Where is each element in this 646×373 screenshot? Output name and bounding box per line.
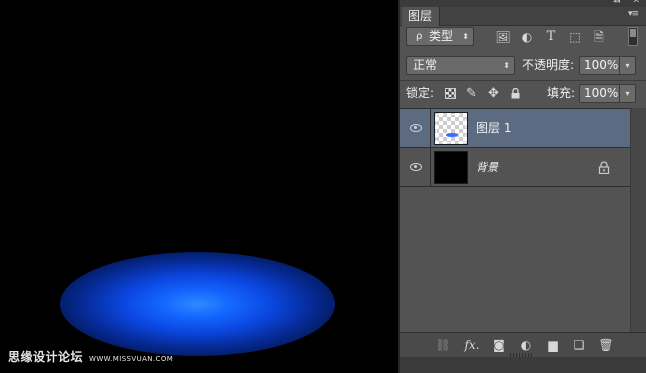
layer-name[interactable]: 图层 1 — [476, 109, 511, 148]
layer-row-layer-1[interactable]: 图层 1 — [400, 109, 630, 148]
opacity-label: 不透明度: — [522, 58, 575, 72]
shape-filter-icon[interactable]: ⬚ — [567, 29, 583, 45]
layer-filter-kind-select[interactable]: ρ 类型 ⬍ — [406, 27, 474, 46]
opacity-value[interactable]: 100% — [584, 57, 618, 74]
add-mask-icon[interactable]: ◙ — [490, 337, 508, 353]
lock-image-pixels-icon[interactable]: ✎ — [464, 86, 479, 101]
fill-value[interactable]: 100% — [584, 85, 618, 102]
lock-all-icon[interactable] — [508, 86, 523, 101]
layer-name[interactable]: 背景 — [476, 148, 498, 187]
layer-thumbnail[interactable] — [434, 151, 468, 184]
watermark-chinese-text: 思缘设计论坛 — [8, 350, 84, 364]
panel-menu-icon[interactable]: ▾≡ — [628, 9, 639, 19]
blue-glow-ellipse — [60, 252, 335, 356]
filter-toggle-switch[interactable] — [628, 27, 638, 46]
lock-position-icon[interactable]: ✥ — [486, 86, 501, 101]
layers-panel: ◂◂ ✕ 图层 ▾≡ ρ 类型 ⬍ 🖼 ◐ T ⬚ 🗎 正常 ⬍ 不透明度: 1… — [398, 0, 646, 373]
collapse-panel-icon[interactable]: ◂◂ — [613, 0, 620, 5]
watermark: 思缘设计论坛 WWW.MISSVUAN.COM — [8, 348, 173, 366]
link-layers-icon[interactable]: ⛓ — [434, 337, 452, 353]
divider — [400, 80, 646, 81]
chevron-updown-icon: ⬍ — [503, 61, 510, 70]
document-canvas[interactable]: 思缘设计论坛 WWW.MISSVUAN.COM — [0, 0, 398, 373]
blend-mode-value: 正常 — [413, 58, 438, 72]
eye-icon — [410, 163, 422, 171]
tab-layers[interactable]: 图层 — [402, 7, 440, 26]
watermark-url-text: WWW.MISSVUAN.COM — [89, 355, 174, 363]
lock-icon — [598, 161, 610, 174]
trash-icon[interactable]: 🗑 — [597, 337, 615, 353]
fx-icon[interactable]: fx. — [463, 337, 481, 353]
image-filter-icon[interactable]: 🖼 — [495, 29, 511, 45]
opacity-dropdown-icon[interactable]: ▾ — [619, 57, 635, 74]
fill-input[interactable]: 100% ▾ — [579, 84, 636, 103]
lock-transparent-pixels-icon[interactable] — [443, 86, 458, 101]
smart-object-filter-icon[interactable]: 🗎 — [591, 29, 607, 45]
filter-toggle-knob — [630, 29, 636, 37]
layer-row-background[interactable]: 背景 — [400, 148, 630, 187]
type-filter-icon[interactable]: T — [543, 29, 559, 45]
close-panel-icon[interactable]: ✕ — [632, 0, 640, 6]
thumbnail-content — [446, 133, 458, 137]
panel-title-bar: ◂◂ ✕ — [400, 0, 646, 7]
panel-footer — [400, 357, 646, 373]
fill-label: 填充: — [547, 86, 576, 100]
adjustment-filter-icon[interactable]: ◐ — [519, 29, 535, 45]
layer-thumbnail[interactable] — [434, 112, 468, 145]
blend-mode-select[interactable]: 正常 ⬍ — [406, 56, 515, 75]
lock-label: 锁定: — [406, 86, 435, 100]
fill-dropdown-icon[interactable]: ▾ — [619, 85, 635, 102]
checkerboard-icon — [445, 88, 456, 99]
search-icon: ρ — [416, 31, 423, 42]
visibility-toggle[interactable] — [400, 109, 431, 148]
eye-icon — [410, 124, 422, 132]
folder-icon[interactable]: ▆ — [544, 337, 562, 353]
panel-tab-strip: 图层 ▾≡ — [400, 7, 646, 26]
opacity-input[interactable]: 100% ▾ — [579, 56, 636, 75]
visibility-toggle[interactable] — [400, 148, 431, 187]
new-layer-icon[interactable]: ❏ — [570, 337, 588, 353]
layer-list-scrollbar[interactable] — [630, 108, 646, 332]
chevron-updown-icon: ⬍ — [462, 32, 469, 41]
layer-list: 图层 1 背景 — [400, 108, 630, 332]
adjustment-layer-icon[interactable]: ◐ — [517, 337, 535, 353]
padlock-icon — [511, 88, 520, 99]
filter-kind-label: 类型 — [429, 29, 454, 43]
